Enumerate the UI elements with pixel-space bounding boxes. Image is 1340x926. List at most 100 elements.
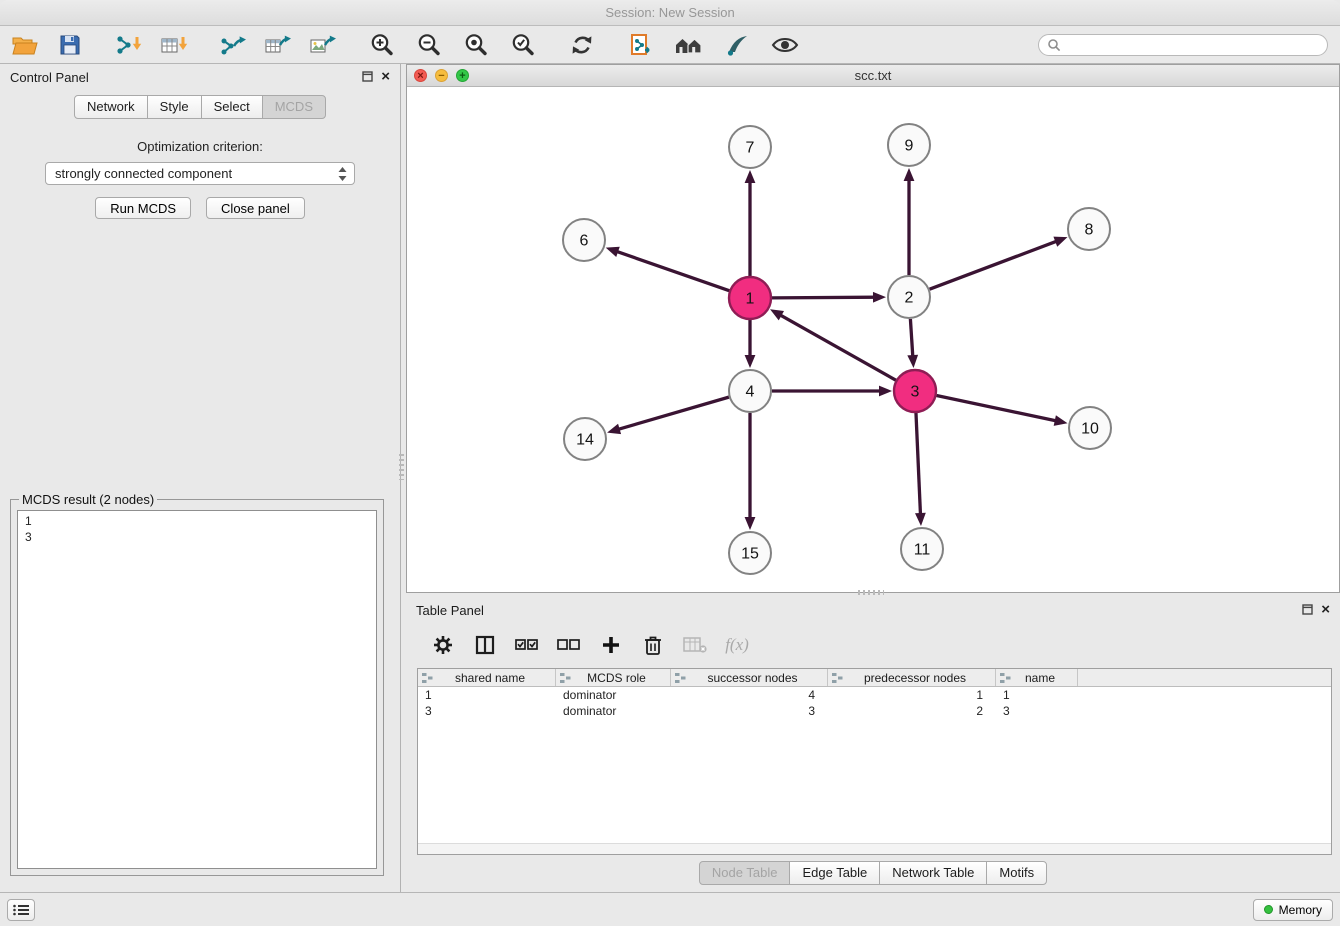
gear-icon [432, 634, 454, 656]
task-history-button[interactable] [7, 899, 35, 921]
graph-node-1[interactable]: 1 [729, 277, 771, 319]
graph-edge-1-6[interactable] [614, 251, 729, 291]
checked-boxes-icon [515, 637, 539, 653]
tab-style[interactable]: Style [147, 95, 202, 119]
unchecked-boxes-icon [557, 637, 581, 653]
table-panel-tabs: Node TableEdge TableNetwork TableMotifs [406, 861, 1340, 885]
table-toolbar: f(x) [430, 625, 750, 665]
optimization-label: Optimization criterion: [0, 139, 400, 154]
float-table-panel-icon[interactable] [1302, 603, 1313, 618]
table-settings-button[interactable] [430, 632, 456, 658]
graph-node-8[interactable]: 8 [1068, 208, 1110, 250]
graph-edge-3-1[interactable] [778, 314, 896, 380]
zoom-selected-button[interactable] [508, 30, 538, 60]
zoom-fit-button[interactable] [461, 30, 491, 60]
memory-button[interactable]: Memory [1253, 899, 1333, 921]
graph-edge-4-14[interactable] [616, 397, 729, 430]
close-window-button[interactable]: × [414, 69, 427, 82]
apply-style-button[interactable] [722, 30, 752, 60]
optimization-dropdown[interactable]: strongly connected component [45, 162, 355, 185]
graph-edge-arrowhead [745, 170, 756, 183]
search-input[interactable] [1066, 38, 1319, 52]
show-graphics-details-button[interactable] [770, 30, 800, 60]
table-cell: 3 [996, 703, 1078, 719]
tab-network[interactable]: Network [74, 95, 148, 119]
import-network-button[interactable] [114, 30, 144, 60]
control-panel-title: Control Panel [10, 70, 89, 85]
close-panel-button[interactable]: Close panel [206, 197, 305, 219]
open-session-button[interactable] [10, 30, 40, 60]
run-mcds-button[interactable]: Run MCDS [95, 197, 191, 219]
graph-node-11[interactable]: 11 [901, 528, 943, 570]
column-header-label: shared name [435, 671, 555, 685]
network-from-clipboard-button[interactable] [626, 30, 656, 60]
dropdown-stepper-icon [338, 167, 347, 181]
graph-edge-1-2[interactable] [772, 297, 877, 298]
deselect-all-rows-button[interactable] [556, 632, 582, 658]
graph-edge-arrowhead [1053, 237, 1067, 247]
export-table-button[interactable] [263, 30, 293, 60]
mcds-result-text[interactable]: 1 3 [17, 510, 377, 869]
import-table-button[interactable] [159, 30, 189, 60]
maximize-window-button[interactable]: + [456, 69, 469, 82]
tab-mcds[interactable]: MCDS [262, 95, 326, 119]
table-row[interactable]: 3dominator323 [418, 703, 1331, 719]
table-row[interactable]: 1dominator411 [418, 687, 1331, 703]
zoom-in-icon [369, 32, 395, 58]
column-header-predecessor-nodes[interactable]: predecessor nodes [828, 669, 996, 686]
graph-node-2[interactable]: 2 [888, 276, 930, 318]
graph-edge-arrowhead [907, 355, 918, 368]
graph-edge-2-3[interactable] [910, 319, 913, 359]
select-all-rows-button[interactable] [514, 632, 540, 658]
graph-node-9[interactable]: 9 [888, 124, 930, 166]
table-panel-header: Table Panel × [406, 597, 1340, 623]
tab-motifs[interactable]: Motifs [986, 861, 1047, 885]
graph-node-10[interactable]: 10 [1069, 407, 1111, 449]
vertical-splitter[interactable] [399, 454, 404, 480]
table-cell: 4 [671, 687, 828, 703]
show-column-panel-button[interactable] [472, 632, 498, 658]
apply-layout-button[interactable] [567, 30, 597, 60]
table-horizontal-scrollbar[interactable] [418, 843, 1331, 854]
tab-node-table[interactable]: Node Table [699, 861, 791, 885]
table-cell: 1 [996, 687, 1078, 703]
memory-label: Memory [1279, 903, 1322, 917]
float-panel-icon[interactable] [362, 70, 373, 85]
horizontal-splitter[interactable] [858, 590, 884, 595]
control-panel: Control Panel × NetworkStyleSelectMCDS O… [0, 64, 401, 892]
first-neighbors-button[interactable] [674, 30, 704, 60]
graph-edge-2-8[interactable] [930, 240, 1059, 289]
graph-node-15[interactable]: 15 [729, 532, 771, 574]
save-session-button[interactable] [55, 30, 85, 60]
network-canvas[interactable]: 7 9 6 8 1 2 4 3 14 10 15 11 [407, 87, 1339, 592]
export-network-button[interactable] [218, 30, 248, 60]
search-box[interactable] [1038, 34, 1328, 56]
graph-node-6[interactable]: 6 [563, 219, 605, 261]
graph-edge-3-11[interactable] [916, 413, 921, 517]
tab-select[interactable]: Select [201, 95, 263, 119]
delete-column-button[interactable] [640, 632, 666, 658]
close-panel-icon[interactable]: × [381, 71, 390, 83]
zoom-in-button[interactable] [367, 30, 397, 60]
column-header-successor-nodes[interactable]: successor nodes [671, 669, 828, 686]
graph-node-3[interactable]: 3 [894, 370, 936, 412]
graph-edge-3-10[interactable] [937, 396, 1059, 422]
graph-node-7[interactable]: 7 [729, 126, 771, 168]
main-toolbar [0, 26, 1340, 64]
column-type-icon [675, 673, 686, 683]
zoom-selected-icon [510, 32, 536, 58]
create-column-button[interactable] [598, 632, 624, 658]
tab-edge-table[interactable]: Edge Table [789, 861, 880, 885]
graph-node-4[interactable]: 4 [729, 370, 771, 412]
close-table-panel-icon[interactable]: × [1321, 604, 1330, 616]
column-header-shared-name[interactable]: shared name [418, 669, 556, 686]
tab-network-table[interactable]: Network Table [879, 861, 987, 885]
zoom-out-button[interactable] [414, 30, 444, 60]
export-image-button[interactable] [308, 30, 338, 60]
minimize-window-button[interactable]: − [435, 69, 448, 82]
graph-node-14[interactable]: 14 [564, 418, 606, 460]
table-cell: 1 [828, 687, 996, 703]
column-type-icon [422, 673, 433, 683]
column-header-name[interactable]: name [996, 669, 1078, 686]
column-header-MCDS-role[interactable]: MCDS role [556, 669, 671, 686]
